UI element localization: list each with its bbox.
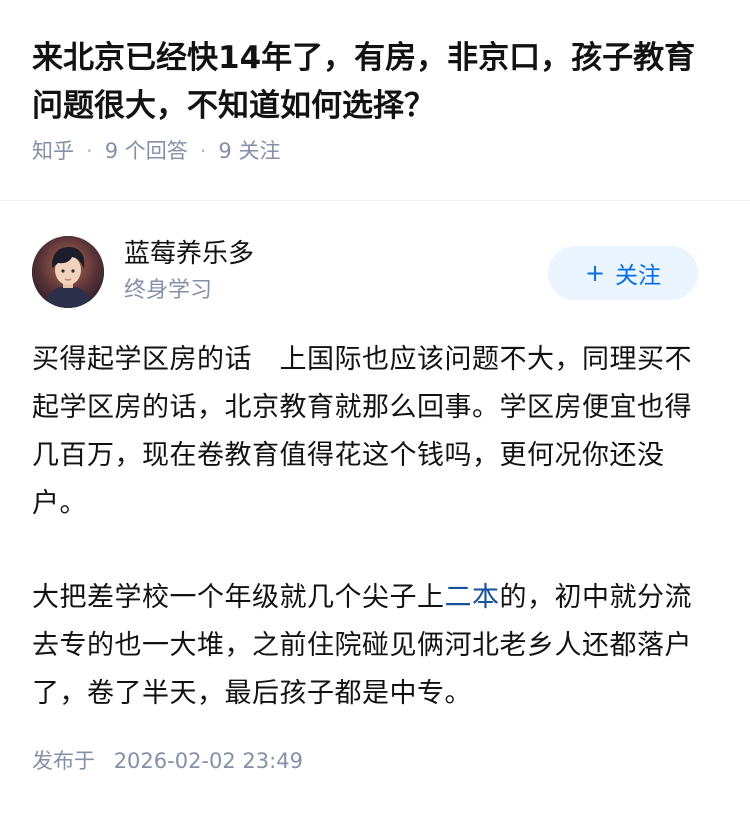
paragraph-text: 大把差学校一个年级就几个尖子上 [32,582,445,613]
answer-content: 买得起学区房的话 上国际也应该问题不大，同理买不起学区房的话，北京教育就那么回事… [32,336,712,764]
author-name[interactable]: 蓝莓养乐多 [124,236,254,272]
avatar[interactable] [32,236,104,308]
publish-time: 发布于 2026-02-02 23:49 [32,746,303,776]
question-header: 来北京已经快14年了，有房，非京口，孩子教育问题很大，不知道如何选择？ 知乎 ·… [32,34,722,166]
author-bio: 终身学习 [124,278,213,303]
answers-count[interactable]: 9 个回答 [105,136,188,166]
answer-paragraph: 买得起学区房的话 上国际也应该问题不大，同理买不起学区房的话，北京教育就那么回事… [32,344,692,519]
question-meta: 知乎 · 9 个回答 · 9 关注 [32,136,722,166]
separator-dot: · [199,139,207,163]
publish-label: 发布于 [32,749,95,773]
answer-paragraph: 大把差学校一个年级就几个尖子上二本的，初中就分流去专的也一大堆，之前住院碰见俩河… [32,574,712,718]
keyword-link[interactable]: 二本 [445,582,500,613]
plus-icon: + [584,259,606,287]
follow-label: 关注 [615,263,662,289]
followers-count[interactable]: 9 关注 [218,136,280,166]
source-label[interactable]: 知乎 [32,136,74,166]
question-title[interactable]: 来北京已经快14年了，有房，非京口，孩子教育问题很大，不知道如何选择？ [32,34,722,130]
publish-timestamp: 2026-02-02 23:49 [113,749,303,773]
header-divider [0,200,750,201]
author-card: 蓝莓养乐多 终身学习 + 关注 [32,236,698,308]
follow-button[interactable]: + 关注 [548,246,698,300]
separator-dot: · [86,139,93,163]
